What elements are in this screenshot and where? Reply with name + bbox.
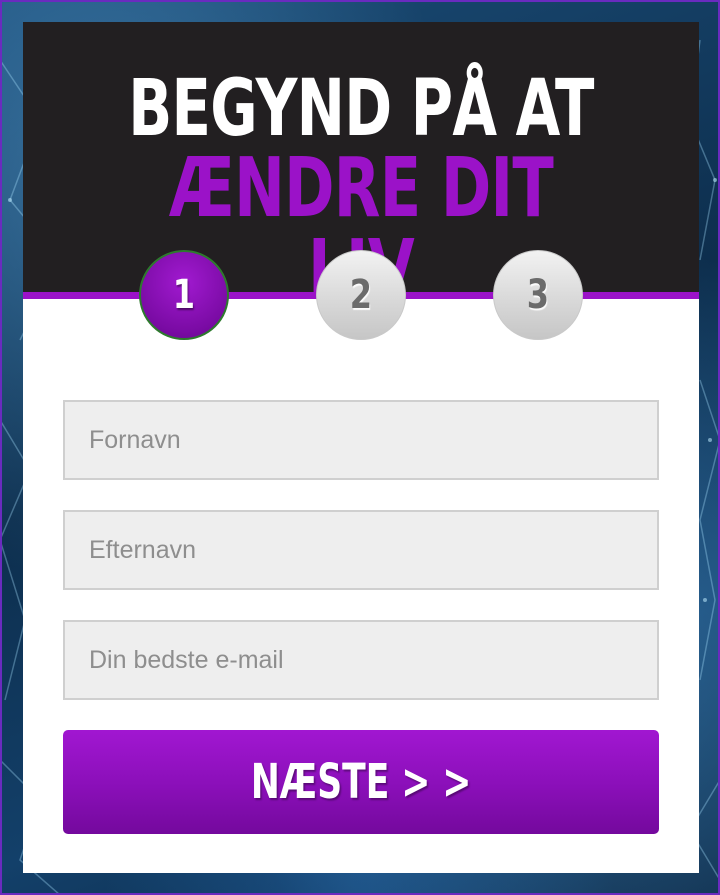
headline-line-1: BEGYND PÅ AT [128, 64, 594, 154]
step-3-indicator[interactable]: 3 [493, 250, 583, 340]
step-2-indicator[interactable]: 2 [316, 250, 406, 340]
next-button[interactable]: NÆSTE > > [63, 730, 659, 834]
email-input[interactable] [63, 620, 659, 700]
step-1-indicator[interactable]: 1 [139, 250, 229, 340]
step-1-label: 1 [172, 272, 196, 318]
last-name-input[interactable] [63, 510, 659, 590]
first-name-input[interactable] [63, 400, 659, 480]
signup-card: BEGYND PÅ AT ÆNDRE DIT LIV 1 2 3 NÆSTE >… [23, 22, 699, 873]
step-3-label: 3 [526, 272, 550, 318]
step-2-label: 2 [349, 272, 373, 318]
next-button-label: NÆSTE > > [250, 754, 472, 810]
